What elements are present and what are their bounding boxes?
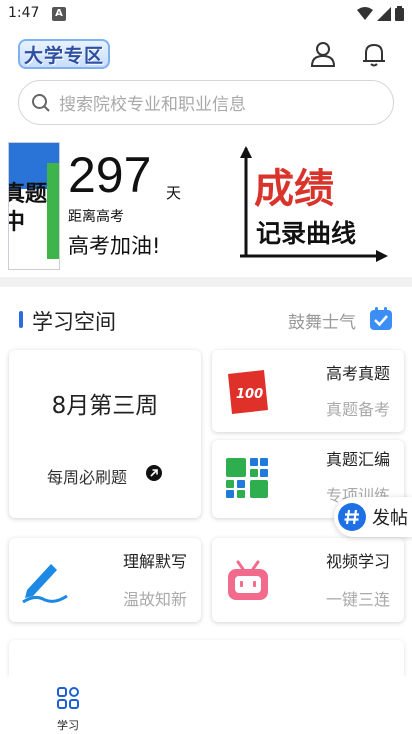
encourage-link[interactable]: 鼓舞士气 [288,308,356,333]
tv-icon [228,560,268,600]
post-button-label: 发帖 [372,508,408,529]
score-curve-graphic: 成绩 记录曲线 [240,146,388,262]
recitation-subtitle: 温故知新 [122,590,187,609]
recitation-title: 理解默写 [122,552,187,571]
week-title: 8月第三周 [51,393,159,419]
video-learning-subtitle: 一键三连 [325,590,390,609]
score-100-icon: 100 [228,370,268,414]
tab-study[interactable]: 学习 [48,684,88,732]
calendar-check-icon[interactable] [369,307,393,331]
weekly-practice-label: 每周必刷题 [47,468,128,487]
arrow-up-right-icon [146,465,162,481]
battery-icon [395,6,404,21]
section-divider [0,277,412,287]
search-icon [32,93,50,112]
grid-icon [57,687,79,709]
app-logo[interactable]: 大学专区 [18,39,110,69]
chart-title-line1: 成绩 [254,166,334,212]
svg-text:100: 100 [236,387,263,402]
countdown-banner[interactable]: 真题中 297 天 距离高考 高考加油! 成绩 记录曲线 [0,138,412,276]
search-bar[interactable]: 搜索院校专业和职业信息 [18,80,394,125]
bottom-tab-bar: 学习 [0,676,412,734]
past-exams-subtitle: 真题备考 [325,400,390,419]
video-learning-title: 视频学习 [325,552,390,571]
post-button[interactable]: 发帖 [334,497,412,537]
grid-blocks-icon [226,458,268,498]
countdown-days: 297 [68,147,152,203]
next-card-row-partial [9,640,404,680]
hashtag-icon [338,503,366,531]
wifi-icon [357,6,373,20]
notification-badge-icon: A [52,7,66,21]
tab-study-label: 学习 [57,719,79,732]
exam-collection-title: 真题汇编 [325,450,390,469]
pen-wave-icon [22,564,68,604]
recitation-card[interactable]: 理解默写 温故知新 [9,538,201,622]
status-time: 1:47 [8,5,40,21]
search-placeholder: 搜索院校专业和职业信息 [59,95,246,115]
exam-book-image: 真题中 [8,142,60,270]
cheer-text: 高考加油! [68,234,161,258]
book-cover-text: 真题中 [9,182,48,235]
status-icons [357,6,404,21]
bell-icon[interactable] [360,40,388,68]
app-header: 大学专区 [0,30,412,80]
status-bar: 1:47 A [0,0,412,30]
past-exams-card[interactable]: 100 高考真题 真题备考 [212,350,404,432]
video-learning-card[interactable]: 视频学习 一键三连 [212,538,404,622]
section-header: 学习空间 鼓舞士气 [0,302,412,336]
past-exams-title: 高考真题 [325,364,390,383]
countdown-unit: 天 [166,184,182,202]
section-title: 学习空间 [32,310,116,334]
chart-title-line2: 记录曲线 [256,219,356,248]
signal-icon [377,6,391,21]
weekly-practice-card[interactable]: 8月第三周 每周必刷题 [9,350,201,518]
section-accent-bar [19,311,23,328]
user-icon[interactable] [309,40,337,68]
countdown-label: 距离高考 [68,209,124,225]
